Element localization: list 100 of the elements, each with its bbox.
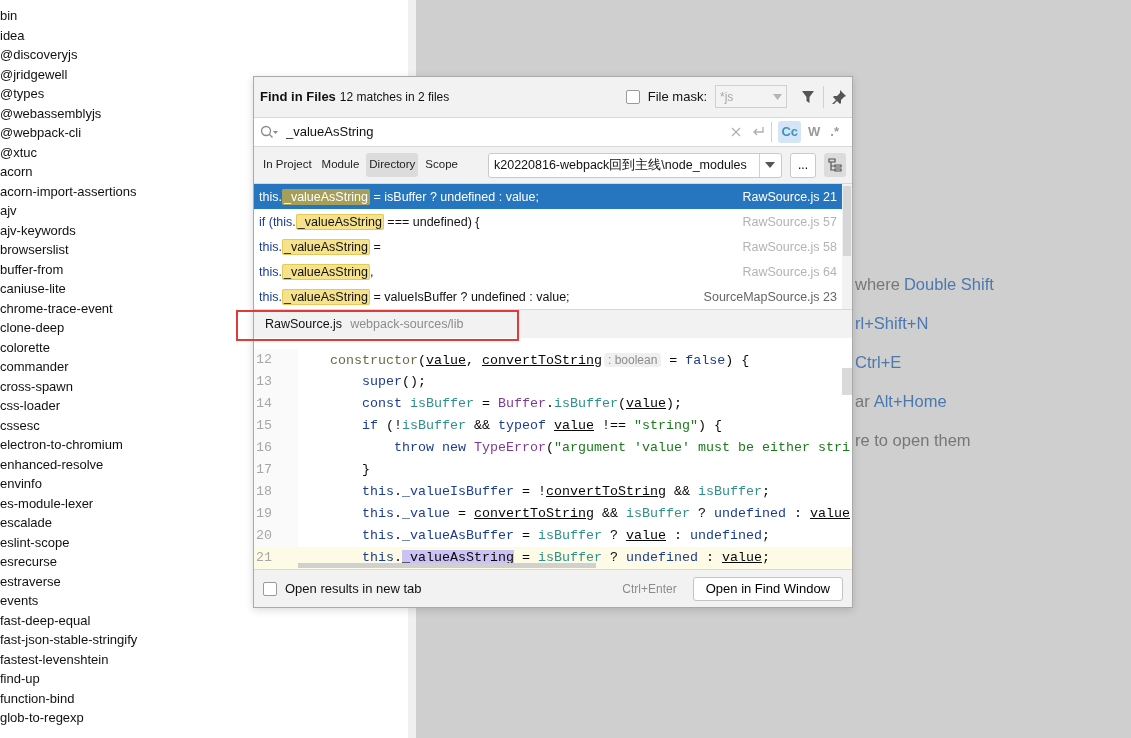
tree-item[interactable]: escalade	[0, 513, 53, 533]
scrollbar[interactable]	[298, 563, 596, 569]
tree-item[interactable]: function-bind	[0, 688, 75, 708]
code-line: this._valueIsBuffer = !convertToString && isBuffer;	[361, 483, 770, 502]
scope-tab[interactable]: Directory	[366, 153, 419, 177]
shortcut-text: Double Shift	[903, 274, 994, 295]
checkbox[interactable]	[263, 581, 277, 596]
shortcut-text: Alt+Home	[873, 391, 947, 412]
directory-field[interactable]: k20220816-webpack回到主线\node_modules	[488, 152, 782, 178]
tree-item[interactable]: @types	[0, 84, 45, 104]
checkbox-label: Open results in new tab	[285, 579, 422, 598]
tree-item[interactable]: eslint-scope	[0, 532, 70, 552]
scrollbar[interactable]	[842, 368, 852, 396]
file-location: SourceMapSource.js 23	[703, 288, 837, 306]
hint-text: where	[855, 274, 900, 295]
pin-icon[interactable]	[832, 89, 846, 104]
code-line: }	[361, 461, 370, 480]
line-number: 18	[254, 481, 298, 504]
hint-text: re to open them	[855, 430, 971, 451]
tree-item[interactable]: fast-json-stable-stringify	[0, 630, 138, 650]
tree-view-button[interactable]	[824, 153, 846, 178]
browse-button[interactable]: ...	[790, 152, 816, 178]
result-text: this. _valueAsString = valueIsBuffer ? undefined : value;	[259, 287, 570, 307]
result-row[interactable]: this. _valueAsString = RawSource.js 58	[254, 234, 842, 260]
tree-item[interactable]: @webassemblyjs	[0, 103, 102, 123]
search-icon[interactable]	[260, 124, 278, 139]
tree-item[interactable]: @jridgewell	[0, 64, 68, 84]
file-location: RawSource.js 21	[742, 188, 837, 206]
result-row[interactable]: this. _valueAsString = valueIsBuffer ? undefined : value; SourceMapSource.js 23	[254, 284, 842, 310]
clear-icon[interactable]	[731, 126, 742, 137]
tree-item[interactable]: browserslist	[0, 240, 69, 260]
result-text: this. _valueAsString =	[259, 237, 381, 257]
scope-tab[interactable]: In Project	[260, 153, 315, 177]
tree-item[interactable]: @webpack-cli	[0, 123, 82, 143]
tree-item[interactable]: buffer-from	[0, 259, 64, 279]
tree-item[interactable]: glob-to-regexp	[0, 708, 84, 728]
tree-item[interactable]: cross-spawn	[0, 376, 73, 396]
tree-item[interactable]: clone-deep	[0, 318, 65, 338]
tree-item[interactable]: colorette	[0, 337, 50, 357]
tree-item[interactable]: caniuse-lite	[0, 279, 66, 299]
scope-tab[interactable]: Module	[318, 153, 363, 177]
hint-text: ar	[855, 391, 870, 412]
tree-item[interactable]: ajv-keywords	[0, 220, 76, 240]
tree-item[interactable]: bin	[0, 6, 18, 26]
tree-item[interactable]: fastest-levenshtein	[0, 649, 109, 669]
search-field[interactable]: _valueAsString	[286, 121, 732, 142]
tree-item[interactable]: commander	[0, 357, 69, 377]
result-text: this. _valueAsString ,	[259, 262, 374, 282]
shortcut-text: Ctrl+E	[855, 352, 902, 373]
shortcut-text: rl+Shift+N	[855, 313, 929, 334]
file-location: RawSource.js 58	[742, 238, 837, 256]
scope-tab[interactable]: Scope	[422, 153, 461, 177]
line-number: 20	[254, 525, 298, 548]
tree-item[interactable]: idea	[0, 25, 25, 45]
dropdown-icon[interactable]	[765, 162, 776, 169]
code-line: if (!isBuffer && typeof value !== "string") {	[361, 417, 722, 436]
file-location: RawSource.js 57	[742, 213, 837, 231]
result-row[interactable]: if (this. _valueAsString === undefined) { RawSource.js 57	[254, 209, 842, 235]
tree-item[interactable]: find-up	[0, 669, 40, 689]
code-line: const isBuffer = Buffer.isBuffer(value);	[361, 395, 682, 414]
line-number: 19	[254, 503, 298, 526]
result-row[interactable]: this. _valueAsString = isBuffer ? undefined : value; RawSource.js 21	[254, 184, 842, 210]
tree-item[interactable]: envinfo	[0, 474, 42, 494]
result-text: this. _valueAsString = isBuffer ? undefined : value;	[259, 187, 539, 207]
tree-item[interactable]: events	[0, 591, 39, 611]
tree-item[interactable]: css-loader	[0, 396, 60, 416]
line-number: 15	[254, 415, 298, 438]
tree-item[interactable]: electron-to-chromium	[0, 435, 123, 455]
tree-item[interactable]: estraverse	[0, 571, 61, 591]
tree-item[interactable]: @discoveryjs	[0, 45, 78, 65]
newline-icon[interactable]	[751, 125, 766, 138]
tree-item[interactable]: @xtuc	[0, 142, 38, 162]
tree-item[interactable]: fast-deep-equal	[0, 610, 91, 630]
tree-item[interactable]: chrome-trace-event	[0, 298, 113, 318]
tree-item[interactable]: acorn	[0, 162, 33, 182]
code-line: super();	[361, 373, 426, 392]
line-number: 17	[254, 459, 298, 482]
tree-item[interactable]: ajv	[0, 201, 17, 221]
dropdown-icon	[773, 93, 782, 100]
code-line: this._valueAsBuffer = isBuffer ? value : undefined;	[361, 527, 770, 546]
file-name: RawSource.js	[265, 316, 343, 333]
match-count: 12 matches in 2 files	[339, 88, 450, 106]
shortcut-text: Ctrl+Enter	[622, 580, 677, 598]
tree-item[interactable]: esrecurse	[0, 552, 58, 572]
line-number: 12	[254, 349, 298, 372]
tree-item[interactable]: cssesc	[0, 415, 40, 435]
line-number: 16	[254, 437, 298, 460]
result-text: if (this. _valueAsString === undefined) {	[259, 212, 480, 232]
line-number: 13	[254, 371, 298, 394]
result-row[interactable]: this. _valueAsString , RawSource.js 64	[254, 259, 842, 285]
scrollbar[interactable]	[842, 184, 852, 310]
code-line: this._value = convertToString && isBuffer ? undefined : value	[361, 505, 850, 524]
filter-icon[interactable]	[801, 89, 815, 104]
open-find-window-button[interactable]: Open in Find Window	[692, 576, 843, 601]
code-line: throw new TypeError("argument 'value' must be either stri	[392, 439, 850, 458]
tree-item[interactable]: acorn-import-assertions	[0, 181, 137, 201]
code-line: constructor(value, convertToString : boolean = false) {	[329, 352, 750, 371]
tree-item[interactable]: enhanced-resolve	[0, 454, 104, 474]
dialog-title: Find in Files	[260, 88, 336, 107]
tree-item[interactable]: es-module-lexer	[0, 493, 94, 513]
